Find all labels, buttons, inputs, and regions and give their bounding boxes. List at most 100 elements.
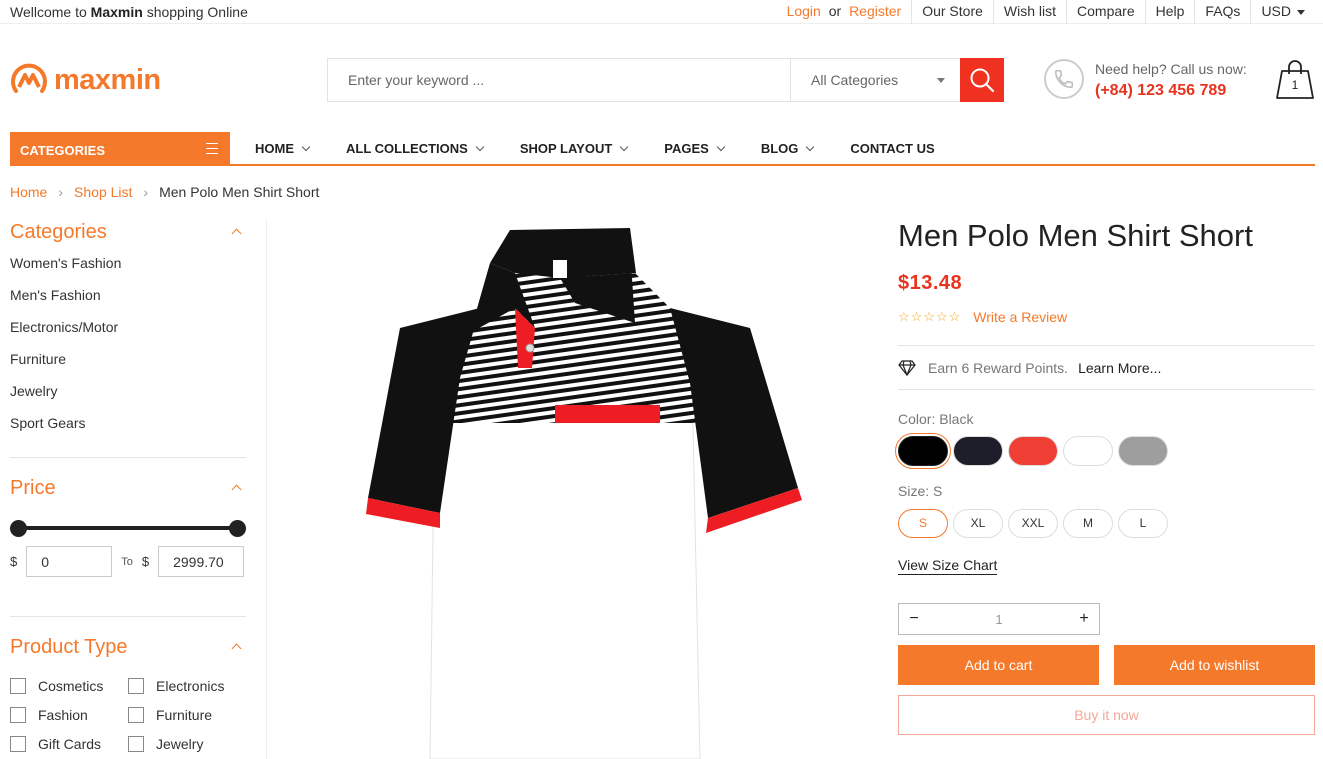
site-logo[interactable]: maxmin [10,61,161,99]
category-mens-fashion[interactable]: Men's Fashion [10,279,246,311]
price-max-input[interactable] [158,546,245,577]
search-icon [970,68,995,93]
search-bar: All Categories [327,58,1004,102]
product-image[interactable] [340,218,840,759]
color-swatch-black[interactable] [895,433,951,469]
help-phone[interactable]: (+84) 123 456 789 [1095,82,1247,100]
color-swatch-navy[interactable] [953,436,1003,466]
breadcrumb-shop-list[interactable]: Shop List [74,184,132,200]
product-rating: ☆☆☆☆☆ Write a Review [898,309,1315,325]
reward-points: Earn 6 Reward Points. Learn More... [898,346,1315,389]
size-option-m[interactable]: M [1063,509,1113,538]
welcome-brand: Maxmin [90,4,143,20]
product-type-cosmetics[interactable]: Cosmetics [10,671,128,700]
currency-select[interactable]: USD [1250,0,1323,24]
categories-section-title[interactable]: Categories [10,221,246,244]
categories-label: CATEGORIES [20,143,105,158]
quantity-stepper: − 1 + [898,603,1100,635]
category-jewelry[interactable]: Jewelry [10,375,246,407]
nav-home[interactable]: HOME [255,132,311,164]
checkbox[interactable] [10,735,26,752]
color-swatch-red[interactable] [1008,436,1058,466]
checkbox[interactable] [128,735,144,752]
product-type-section-title[interactable]: Product Type [10,636,246,659]
product-type-label: Fashion [38,706,88,723]
product-type-label: Electronics [156,677,225,694]
price-range: $ To $ [10,546,246,577]
nav-all-collections[interactable]: ALL COLLECTIONS [346,132,485,164]
breadcrumb: Home › Shop List › Men Polo Men Shirt Sh… [10,184,319,200]
product-type-electronics[interactable]: Electronics [128,671,246,700]
view-size-chart-link[interactable]: View Size Chart [898,557,998,575]
add-to-wishlist-button[interactable]: Add to wishlist [1114,645,1315,685]
learn-more-link[interactable]: Learn More... [1078,360,1161,376]
color-swatch-white[interactable] [1063,436,1113,466]
price-min-input[interactable] [26,546,113,577]
category-electronics-motor[interactable]: Electronics/Motor [10,311,246,343]
size-option-l[interactable]: L [1118,509,1168,538]
checkbox[interactable] [10,706,26,723]
color-swatch-gray[interactable] [1118,436,1168,466]
category-select[interactable]: All Categories [790,59,960,101]
price-slider-track [18,526,238,530]
quantity-value[interactable]: 1 [929,612,1069,627]
nav-blog-label: BLOG [760,141,799,156]
price-section-title[interactable]: Price [10,477,246,500]
size-label: Size: S [898,483,943,499]
breadcrumb-home[interactable]: Home [10,184,47,200]
or-text: or [828,3,842,19]
product-type-furniture[interactable]: Furniture [128,700,246,729]
product-info: Men Polo Men Shirt Short $13.48 ☆☆☆☆☆ Wr… [895,218,1315,735]
nav-contact-us-label: CONTACT US [850,141,935,156]
category-furniture[interactable]: Furniture [10,343,246,375]
nav-shop-layout[interactable]: SHOP LAYOUT [520,132,629,164]
product-type-label: Furniture [156,706,213,723]
quantity-increase-button[interactable]: + [1069,610,1099,628]
write-review-link[interactable]: Write a Review [973,309,1067,325]
nav-pages[interactable]: PAGES [664,132,726,164]
checkbox[interactable] [128,706,144,723]
category-sport-gears[interactable]: Sport Gears [10,407,246,439]
color-label: Color: Black [898,411,974,427]
price-title: Price [10,477,56,499]
compare-link[interactable]: Compare [1066,0,1145,24]
sidebar-divider [266,218,267,759]
size-option-s[interactable]: S [898,509,948,538]
price-slider[interactable] [10,520,246,537]
action-buttons: Add to cart Add to wishlist [898,645,1315,685]
color-swatches [895,433,1315,469]
add-to-cart-button[interactable]: Add to cart [898,645,1099,685]
breadcrumb-current: Men Polo Men Shirt Short [159,184,320,200]
help-link[interactable]: Help [1144,0,1195,24]
register-link[interactable]: Register [849,3,901,19]
categories-button[interactable]: CATEGORIES [10,132,230,166]
checkbox[interactable] [10,677,26,694]
currency-value: USD [1261,3,1291,19]
our-store-link[interactable]: Our Store [911,0,993,24]
chevron-right-icon: › [58,184,64,200]
search-input[interactable] [328,59,790,101]
category-womens-fashion[interactable]: Women's Fashion [10,247,246,279]
faqs-link[interactable]: FAQs [1194,0,1250,24]
product-type-gift-cards[interactable]: Gift Cards [10,729,128,758]
cart-count: 1 [1291,78,1299,92]
chevron-down-icon [620,142,629,152]
buy-now-button[interactable]: Buy it now [898,695,1315,735]
nav-blog[interactable]: BLOG [760,132,815,164]
price-slider-min-handle[interactable] [10,520,27,537]
product-type-fashion[interactable]: Fashion [10,700,128,729]
cart-button[interactable]: 1 [1274,60,1316,100]
nav-contact-us[interactable]: CONTACT US [850,132,934,164]
account-links: Login or Register [777,0,912,24]
product-type-jewelry[interactable]: Jewelry [128,729,246,758]
wish-list-link[interactable]: Wish list [992,0,1066,24]
size-option-xl[interactable]: XL [953,509,1003,538]
quantity-decrease-button[interactable]: − [899,610,929,628]
search-button[interactable] [960,58,1004,102]
size-option-xxl[interactable]: XXL [1008,509,1058,538]
login-link[interactable]: Login [787,3,821,19]
checkbox[interactable] [128,677,144,694]
price-slider-max-handle[interactable] [229,520,246,537]
nav-all-collections-label: ALL COLLECTIONS [346,141,468,156]
product-title: Men Polo Men Shirt Short [898,218,1253,253]
